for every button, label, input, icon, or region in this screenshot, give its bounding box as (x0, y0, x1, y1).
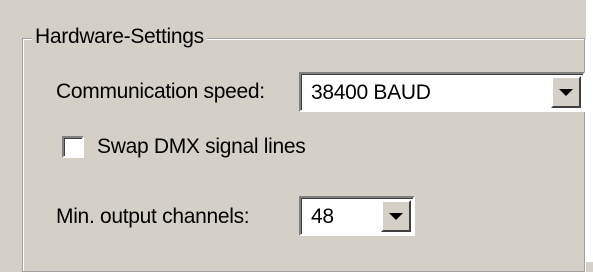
window-edge (586, 0, 593, 262)
chevron-down-icon (389, 212, 403, 220)
swap-dmx-label: Swap DMX signal lines (97, 135, 306, 158)
communication-speed-value: 38400 BAUD (311, 81, 431, 104)
communication-speed-select[interactable]: 38400 BAUD (299, 72, 585, 112)
swap-dmx-checkbox[interactable] (62, 136, 84, 158)
chevron-down-icon (559, 88, 573, 96)
min-output-channels-label: Min. output channels: (56, 205, 250, 228)
group-title: Hardware-Settings (32, 24, 207, 50)
min-output-channels-dropdown-button[interactable] (381, 200, 411, 232)
min-output-channels-select[interactable]: 48 (299, 196, 415, 236)
communication-speed-label: Communication speed: (56, 80, 265, 103)
min-output-channels-value: 48 (311, 205, 334, 228)
communication-speed-dropdown-button[interactable] (551, 76, 581, 108)
